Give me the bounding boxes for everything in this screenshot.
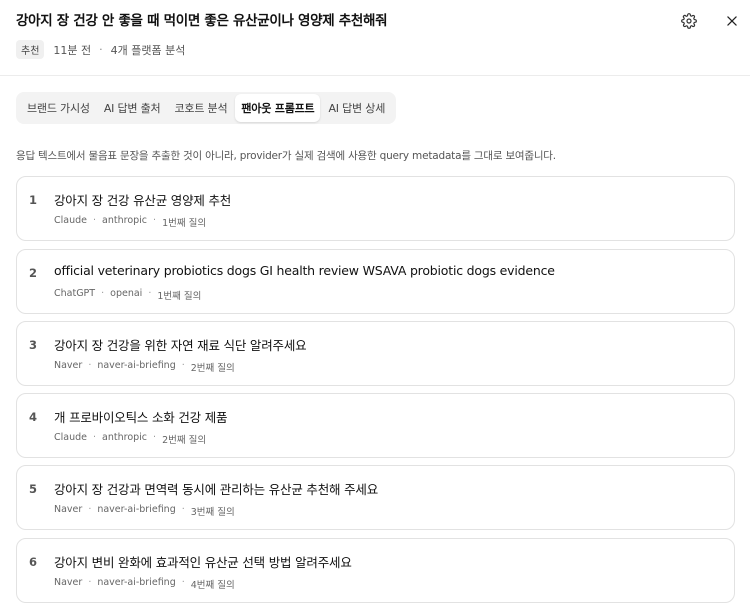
meta-separator: · [181,360,185,371]
model-name: Naver [54,577,83,588]
query-meta: Claude · anthropic · 2번째 질의 [54,432,206,446]
query-round: 2번째 질의 [162,435,207,446]
query-text: official veterinary probiotics dogs GI h… [54,263,555,278]
list-item[interactable]: 4 개 프로바이오틱스 소화 건강 제품 Claude · anthropic · … [16,393,735,458]
query-meta: Naver · naver-ai-briefing · 2번째 질의 [54,360,235,374]
item-number: 6 [29,555,38,569]
tab-brand-visibility[interactable]: 브랜드 가시성 [21,94,96,122]
timestamp: 11분 전 [53,43,92,57]
category-badge: 추천 [16,40,45,59]
tab-ai-answer-sources[interactable]: AI 답변 출처 [98,94,167,122]
query-text: 강아지 변비 완화에 효과적인 유산균 선택 방법 알려주세요 [54,555,352,570]
meta-separator: · [153,215,157,226]
query-round: 1번째 질의 [162,218,207,229]
meta-separator: · [153,432,157,443]
provider-name: anthropic [102,432,148,443]
query-text: 강아지 장 건강 유산균 영양제 추천 [54,193,232,208]
gear-icon [681,13,697,29]
provider-name: anthropic [102,215,148,226]
platform-count: 4개 플랫폼 분석 [110,43,186,57]
query-meta: ChatGPT · openai · 1번째 질의 [54,288,201,302]
model-name: Naver [54,504,83,515]
close-button[interactable] [721,10,743,32]
item-number: 5 [29,482,38,496]
list-item[interactable]: 6 강아지 변비 완화에 효과적인 유산균 선택 방법 알려주세요 Naver ·… [16,538,735,603]
tab-cohort-analysis[interactable]: 코호트 분석 [168,94,233,122]
meta-separator: · [148,288,152,299]
model-name: Claude [54,215,87,226]
meta-separator: · [181,504,185,515]
meta-separator: · [99,43,103,56]
query-meta: Naver · naver-ai-briefing · 3번째 질의 [54,504,235,518]
model-name: ChatGPT [54,288,96,299]
query-round: 3번째 질의 [190,507,235,518]
meta-separator: · [93,432,97,443]
item-number: 3 [29,338,38,352]
meta-separator: · [88,504,92,515]
query-text: 강아지 장 건강을 위한 자연 재료 식단 알려주세요 [54,338,307,353]
description-text: 응답 텍스트에서 물음표 문장을 추출한 것이 아니라, provider가 실… [16,150,556,162]
list-item[interactable]: 1 강아지 장 건강 유산균 영양제 추천 Claude · anthropic ·… [16,176,735,241]
query-text: 강아지 장 건강과 면역력 동시에 관리하는 유산균 추천해 주세요 [54,482,378,497]
page-title: 강아지 장 건강 안 좋을 때 먹이면 좋은 유산균이나 영양제 추천해줘 [16,13,388,29]
meta-separator: · [93,215,97,226]
query-round: 4번째 질의 [190,580,235,591]
list-item[interactable]: 2 official veterinary probiotics dogs GI… [16,249,735,314]
model-name: Naver [54,360,83,371]
header: 강아지 장 건강 안 좋을 때 먹이면 좋은 유산균이나 영양제 추천해줘 추천… [0,0,750,76]
query-meta: Claude · anthropic · 1번째 질의 [54,215,206,229]
query-round: 1번째 질의 [157,291,202,302]
meta-separator: · [88,577,92,588]
meta-separator: · [101,288,105,299]
meta-separator: · [88,360,92,371]
tab-ai-answer-detail[interactable]: AI 답변 상세 [322,94,391,122]
meta-separator: · [181,577,185,588]
provider-name: openai [110,288,143,299]
close-icon [727,16,737,26]
meta-row: 추천 11분 전 · 4개 플랫폼 분석 [16,40,185,59]
provider-name: naver-ai-briefing [97,504,176,515]
settings-button[interactable] [678,10,700,32]
item-number: 2 [29,266,38,280]
model-name: Claude [54,432,87,443]
list-item[interactable]: 3 강아지 장 건강을 위한 자연 재료 식단 알려주세요 Naver · nav… [16,321,735,386]
list-item[interactable]: 5 강아지 장 건강과 면역력 동시에 관리하는 유산균 추천해 주세요 Nav… [16,465,735,530]
query-text: 개 프로바이오틱스 소화 건강 제품 [54,410,228,425]
tab-fanout-prompts[interactable]: 팬아웃 프롬프트 [235,94,321,122]
tab-bar: 브랜드 가시성 AI 답변 출처 코호트 분석 팬아웃 프롬프트 AI 답변 상… [16,92,397,124]
item-number: 1 [29,193,38,207]
provider-name: naver-ai-briefing [97,360,176,371]
provider-name: naver-ai-briefing [97,577,176,588]
query-round: 2번째 질의 [190,363,235,374]
query-meta: Naver · naver-ai-briefing · 4번째 질의 [54,577,235,591]
item-number: 4 [29,410,38,424]
